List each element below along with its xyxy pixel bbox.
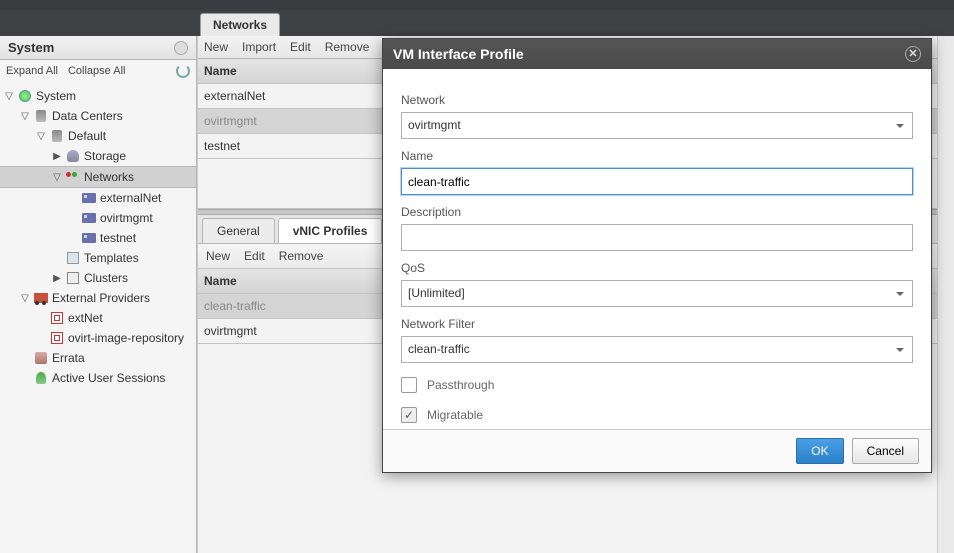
vm-interface-profile-dialog: VM Interface Profile ✕ Network ovirtmgmt… [382,38,932,473]
dialog-titlebar[interactable]: VM Interface Profile ✕ [383,39,931,69]
label-passthrough: Passthrough [427,378,494,392]
input-name[interactable] [401,168,913,195]
dialog-body: Network ovirtmgmt Name Description QoS [… [383,69,931,429]
label-description: Description [401,205,913,219]
cancel-button[interactable]: Cancel [852,438,919,464]
checkbox-migratable [401,407,417,423]
select-network-filter[interactable]: clean-traffic [401,336,913,363]
label-network: Network [401,93,913,107]
input-description[interactable] [401,224,913,251]
checkbox-passthrough-row: Passthrough [401,377,913,393]
label-qos: QoS [401,261,913,275]
dialog-buttons: OK Cancel [383,429,931,472]
checkbox-passthrough[interactable] [401,377,417,393]
label-network-filter: Network Filter [401,317,913,331]
dialog-title: VM Interface Profile [393,46,524,62]
select-network[interactable]: ovirtmgmt [401,112,913,139]
select-qos[interactable]: [Unlimited] [401,280,913,307]
ok-button[interactable]: OK [796,438,843,464]
close-icon[interactable]: ✕ [905,46,921,62]
label-name: Name [401,149,913,163]
label-migratable: Migratable [427,408,483,422]
checkbox-migratable-row: Migratable [401,407,913,423]
